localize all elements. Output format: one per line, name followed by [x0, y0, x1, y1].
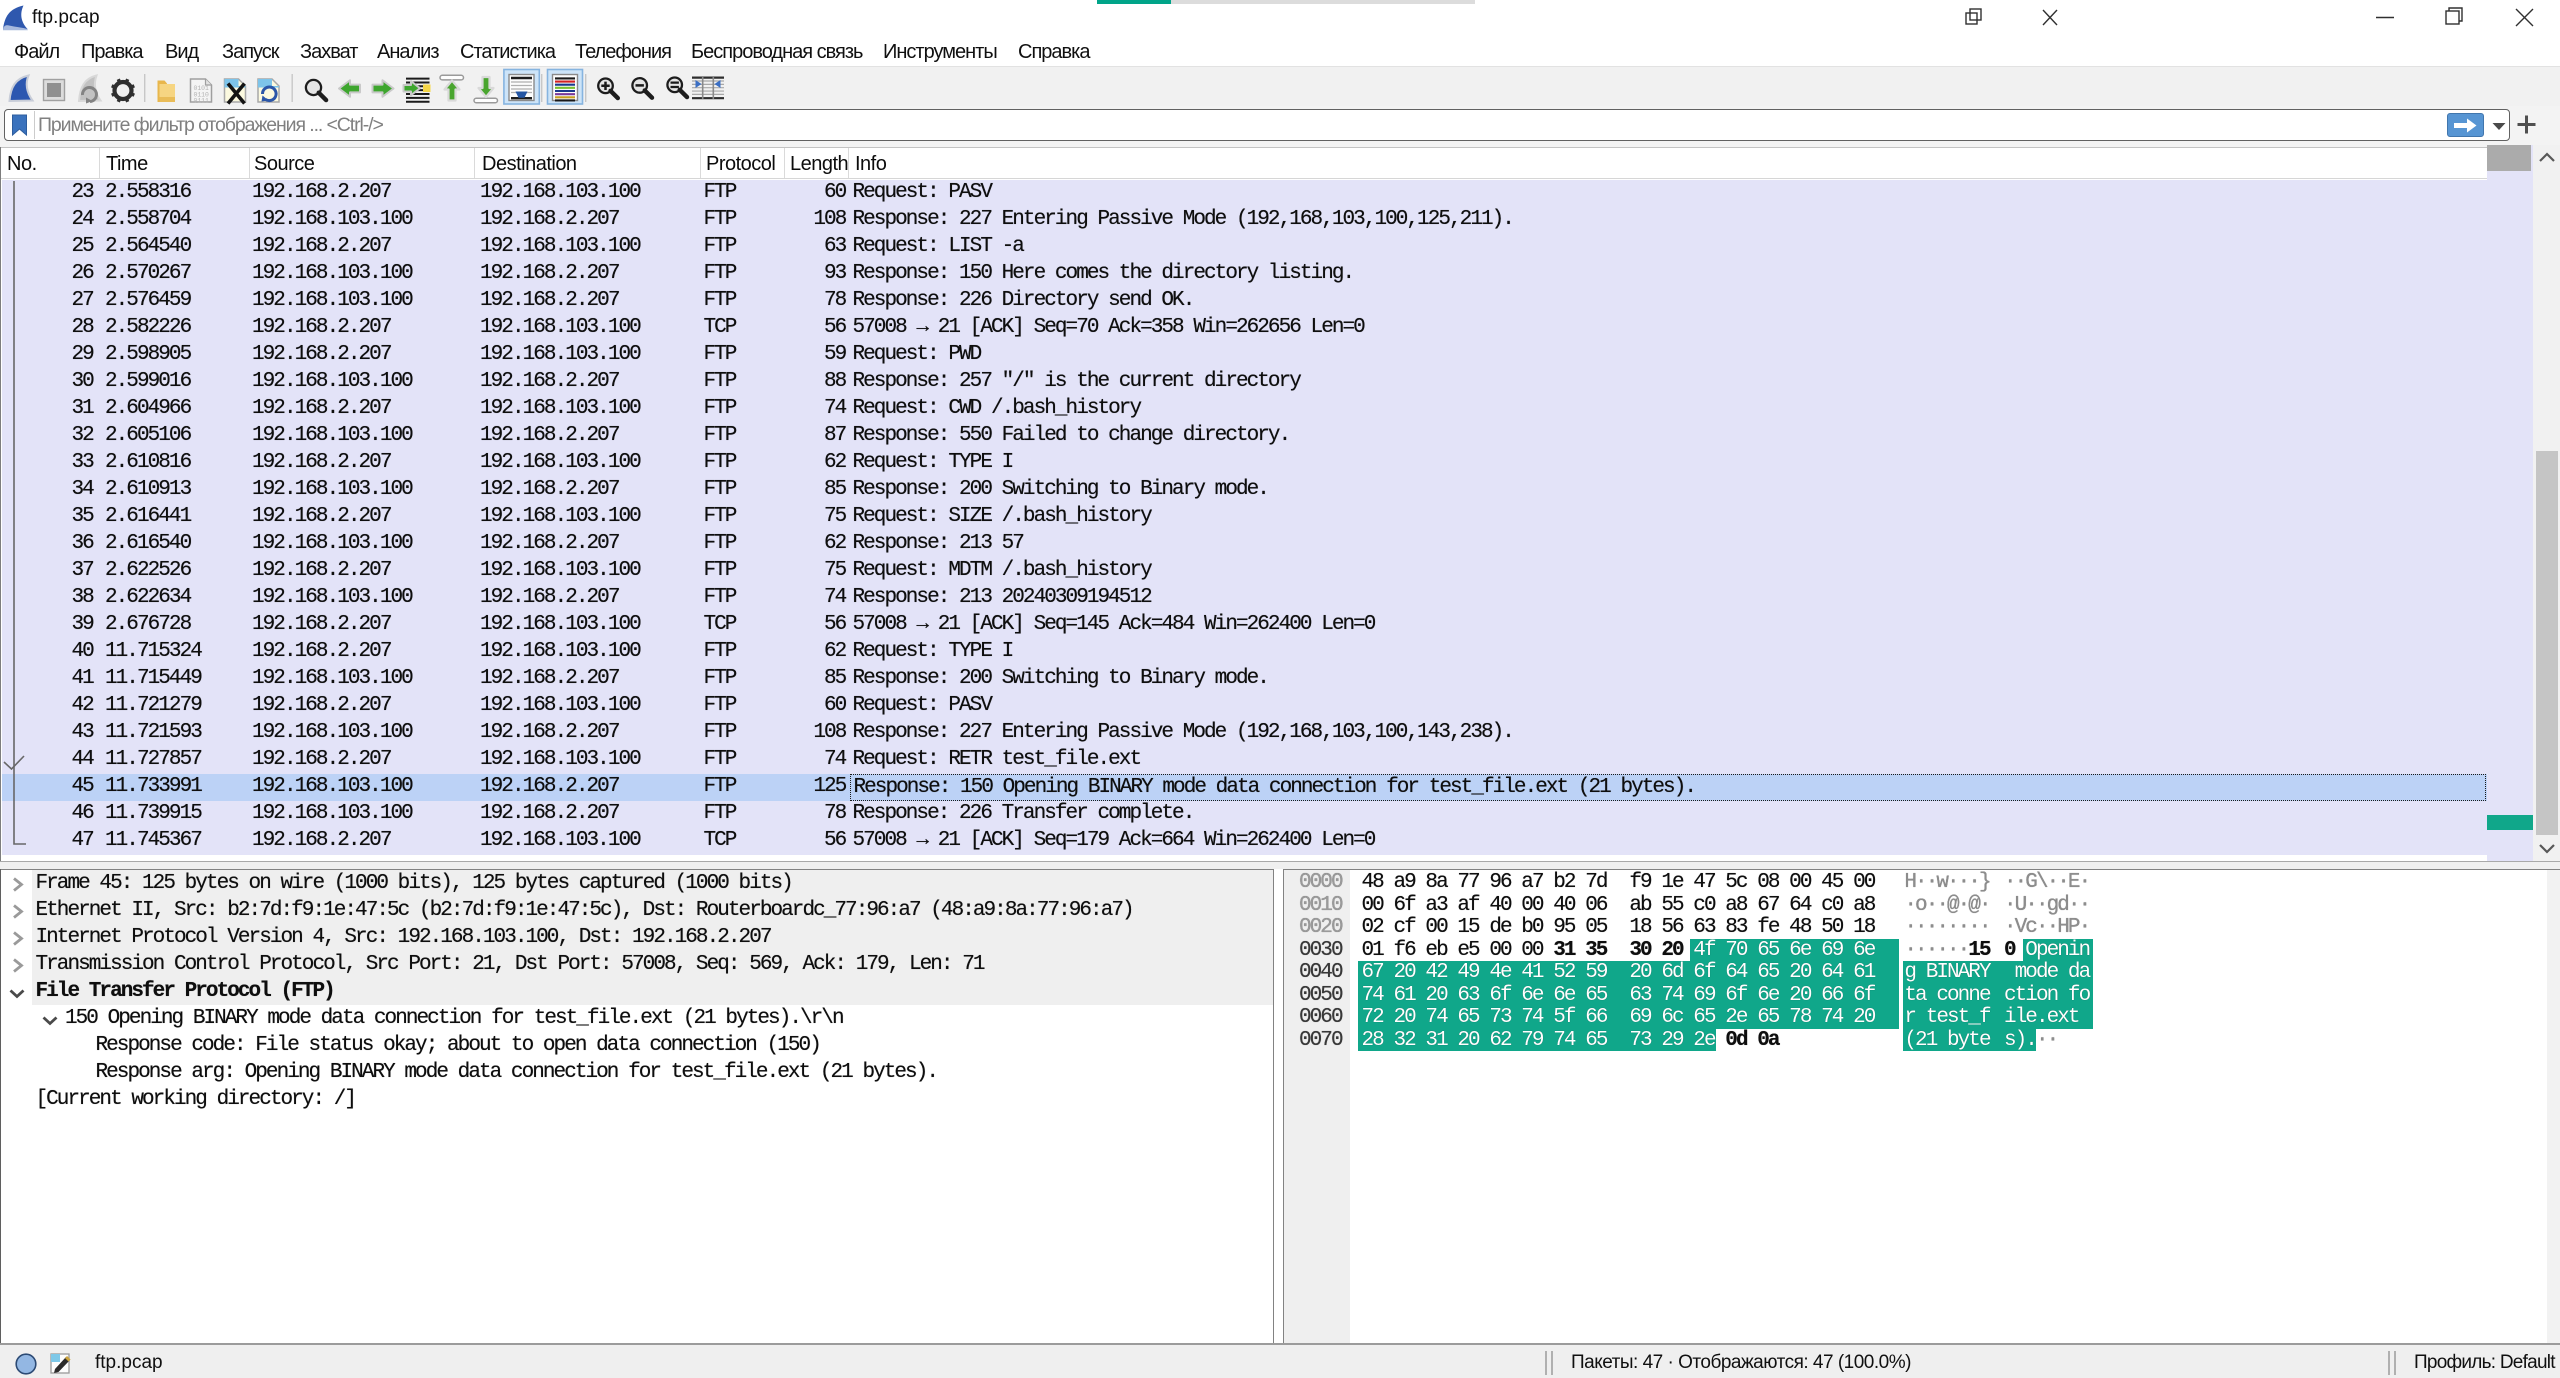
- svg-text:0111: 0111: [194, 98, 210, 105]
